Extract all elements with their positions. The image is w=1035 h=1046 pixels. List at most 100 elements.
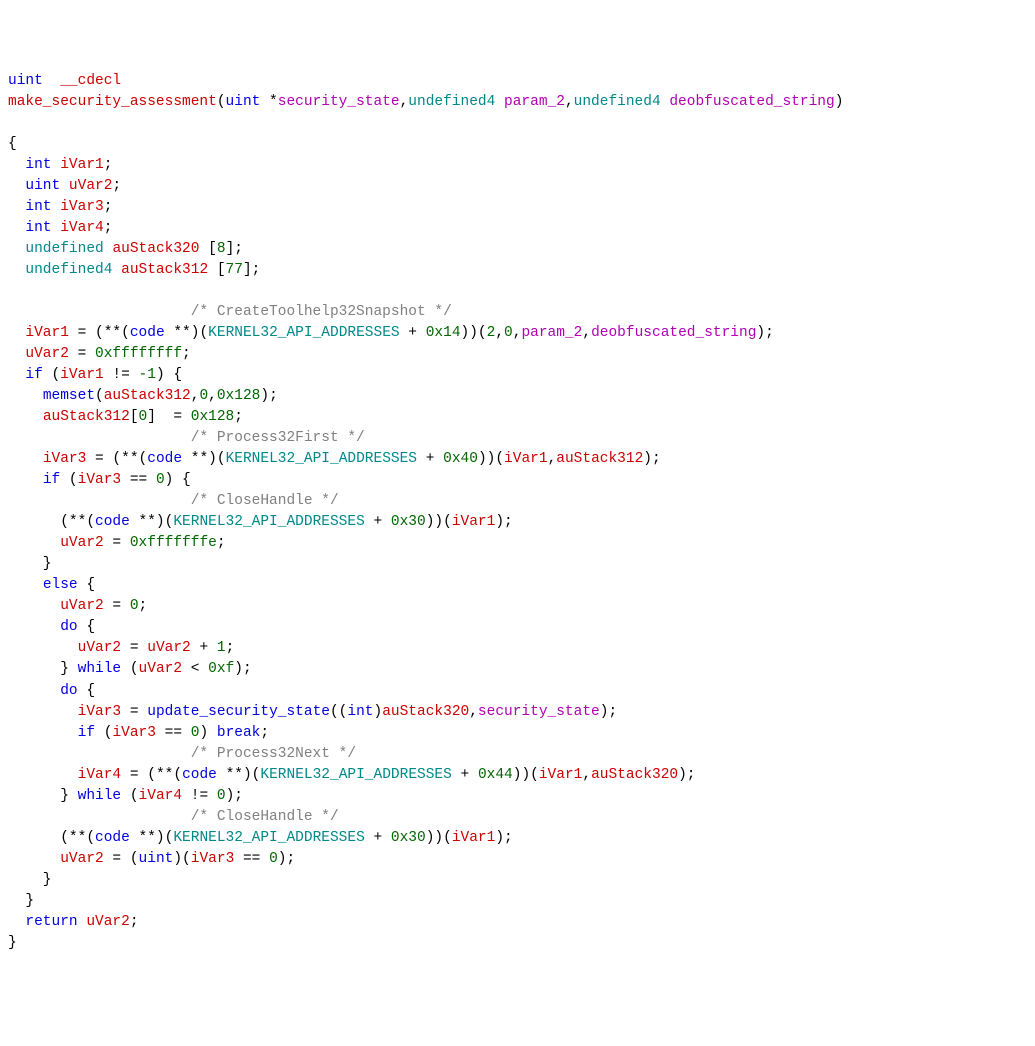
token-plain xyxy=(8,346,25,362)
token-plain: ; xyxy=(104,199,113,215)
token-plain: } xyxy=(8,661,78,677)
token-plain: )( xyxy=(173,851,190,867)
token-plain: **)( xyxy=(130,830,174,846)
token-num: 0 xyxy=(139,409,148,425)
token-plain xyxy=(8,598,60,614)
token-num: 0x30 xyxy=(391,830,426,846)
token-kw: uint xyxy=(226,94,261,110)
token-plain: + xyxy=(191,640,217,656)
code-line: (**(code **)(KERNEL32_API_ADDRESSES + 0x… xyxy=(8,512,1027,533)
code-line: uVar2 = 0xfffffffe; xyxy=(8,533,1027,554)
token-ident-red: uVar2 xyxy=(60,535,104,551)
code-line: iVar3 = update_security_state((int)auSta… xyxy=(8,702,1027,723)
token-plain xyxy=(112,262,121,278)
token-kw: else xyxy=(43,577,78,593)
code-line: uVar2 = (uint)(iVar3 == 0); xyxy=(8,849,1027,870)
token-plain xyxy=(8,472,43,488)
token-num: 1 xyxy=(217,640,226,656)
token-plain xyxy=(8,619,60,635)
token-plain xyxy=(8,451,43,467)
token-ident-red: uVar2 xyxy=(60,598,104,614)
token-plain: + xyxy=(400,325,426,341)
code-line: return uVar2; xyxy=(8,912,1027,933)
token-plain: (( xyxy=(330,704,347,720)
token-plain: ( xyxy=(121,788,138,804)
token-plain xyxy=(60,178,69,194)
token-plain: ( xyxy=(121,661,138,677)
token-ident-purple: param_2 xyxy=(504,94,565,110)
code-line: } while (iVar4 != 0); xyxy=(8,786,1027,807)
token-kw: code xyxy=(95,514,130,530)
token-plain: ; xyxy=(112,178,121,194)
token-func: memset xyxy=(43,388,95,404)
token-plain: ; xyxy=(226,640,235,656)
token-plain xyxy=(8,367,25,383)
token-plain: = xyxy=(104,598,130,614)
token-kw: do xyxy=(60,683,77,699)
token-ident-teal: KERNEL32_API_ADDRESSES xyxy=(173,830,364,846)
token-plain xyxy=(8,683,60,699)
token-plain xyxy=(8,746,191,762)
token-plain xyxy=(8,325,25,341)
token-plain: **)( xyxy=(130,514,174,530)
code-line: if (iVar3 == 0) break; xyxy=(8,723,1027,744)
token-plain: = xyxy=(121,704,147,720)
token-ident-teal: KERNEL32_API_ADDRESSES xyxy=(260,767,451,783)
token-plain: ))( xyxy=(461,325,487,341)
token-ident-red: iVar1 xyxy=(452,514,496,530)
token-plain: = (**( xyxy=(86,451,147,467)
token-plain xyxy=(8,241,25,257)
token-ident-purple: security_state xyxy=(278,94,400,110)
token-plain: { xyxy=(78,577,95,593)
token-kw: while xyxy=(78,788,122,804)
token-num: 77 xyxy=(226,262,243,278)
token-kw: uint xyxy=(8,73,43,89)
token-ident-red: uVar2 xyxy=(60,851,104,867)
token-ident-purple: deobfuscated_string xyxy=(591,325,756,341)
token-ident-teal: undefined4 xyxy=(574,94,661,110)
token-ident-purple: security_state xyxy=(478,704,600,720)
code-line: memset(auStack312,0,0x128); xyxy=(8,386,1027,407)
token-kw: int xyxy=(25,199,51,215)
token-num: 0x44 xyxy=(478,767,513,783)
token-plain: ); xyxy=(234,661,251,677)
token-plain: ); xyxy=(495,830,512,846)
token-plain xyxy=(8,262,25,278)
token-plain: = (**( xyxy=(121,767,182,783)
token-kw: while xyxy=(78,661,122,677)
token-ident-red: iVar3 xyxy=(78,472,122,488)
token-kw: if xyxy=(25,367,42,383)
code-line xyxy=(8,281,1027,302)
code-line: auStack312[0] = 0x128; xyxy=(8,407,1027,428)
token-plain: [ xyxy=(208,262,225,278)
token-plain: ) xyxy=(199,725,216,741)
token-plain: } xyxy=(8,556,52,572)
code-line: uint uVar2; xyxy=(8,176,1027,197)
token-ident-red: iVar1 xyxy=(60,367,104,383)
token-plain: < xyxy=(182,661,208,677)
token-kw: code xyxy=(95,830,130,846)
token-ident-teal: undefined4 xyxy=(408,94,495,110)
code-line: } xyxy=(8,554,1027,575)
token-plain: ; xyxy=(182,346,191,362)
token-plain: ( xyxy=(95,388,104,404)
token-ident-red: iVar1 xyxy=(452,830,496,846)
token-plain: = ( xyxy=(104,851,139,867)
token-num: 0x30 xyxy=(391,514,426,530)
code-line: uint __cdecl xyxy=(8,71,1027,92)
token-plain xyxy=(8,220,25,236)
token-plain: ( xyxy=(95,725,112,741)
token-plain xyxy=(8,851,60,867)
token-plain: != xyxy=(182,788,217,804)
token-plain: ); xyxy=(226,788,243,804)
token-plain xyxy=(8,493,191,509)
token-plain: ; xyxy=(234,409,243,425)
code-line: else { xyxy=(8,575,1027,596)
code-line: uVar2 = 0xffffffff; xyxy=(8,344,1027,365)
token-plain: , xyxy=(495,325,504,341)
token-ident-red: auStack312 xyxy=(556,451,643,467)
token-plain xyxy=(52,199,61,215)
token-plain: } xyxy=(8,893,34,909)
token-kw: int xyxy=(25,157,51,173)
token-num: -1 xyxy=(139,367,156,383)
